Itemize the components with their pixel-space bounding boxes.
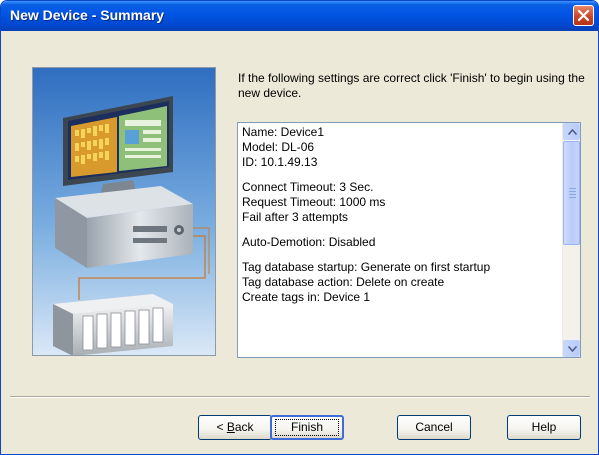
summary-line: Name: Device1 [242,125,325,139]
triangle-down-icon [568,346,577,352]
finish-button[interactable]: Finish [270,415,344,440]
close-button[interactable] [573,5,594,26]
summary-line: Auto-Demotion: Disabled [242,235,376,249]
finish-label: Finish [290,420,323,434]
summary-line: ID: 10.1.49.13 [242,155,318,169]
scroll-thumb[interactable] [563,141,580,245]
summary-line: Tag database action: Delete on create [242,275,445,289]
summary-content: Name: Device1 Model: DL-06 ID: 10.1.49.1… [242,125,560,305]
cancel-button[interactable]: Cancel [397,415,471,440]
back-button[interactable]: < Back [198,415,272,440]
summary-line: Request Timeout: 1000 ms [242,195,386,209]
summary-line: Tag database startup: Generate on first … [242,260,491,274]
separator [10,396,590,398]
scroll-up-button[interactable] [563,123,580,140]
help-button[interactable]: Help [507,415,581,440]
intro-text: If the following settings are correct cl… [238,71,585,100]
summary-line: Model: DL-06 [242,140,315,154]
title-bar[interactable]: New Device - Summary [1,1,598,31]
new-device-summary-dialog: New Device - Summary If the following se… [0,0,599,455]
summary-line: Connect Timeout: 3 Sec. [242,180,374,194]
summary-line: Create tags in: Device 1 [242,290,371,304]
summary-line: Fail after 3 attempts [242,210,349,224]
vertical-scrollbar[interactable] [562,123,580,357]
window-title: New Device - Summary [10,7,165,23]
close-x-icon [577,9,590,22]
scroll-down-button[interactable] [563,340,580,357]
back-mnemonic: B [226,420,235,434]
back-prefix: < [216,420,227,434]
help-label: Help [531,420,557,434]
wizard-illustration [32,67,216,356]
triangle-up-icon [568,129,577,135]
back-label-rest: ack [234,420,254,434]
summary-textbox[interactable]: Name: Device1 Model: DL-06 ID: 10.1.49.1… [237,122,581,358]
cancel-label: Cancel [415,420,453,434]
